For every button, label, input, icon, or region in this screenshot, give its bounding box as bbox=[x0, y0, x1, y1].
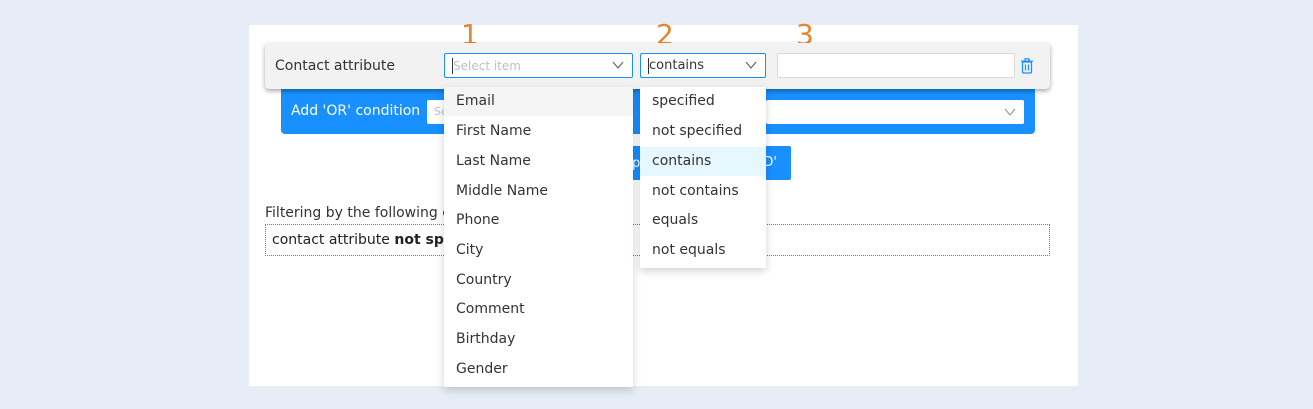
attribute-select-placeholder: Select item bbox=[453, 59, 521, 73]
operator-option-equals[interactable]: equals bbox=[640, 206, 766, 235]
chevron-down-icon bbox=[612, 61, 624, 69]
attribute-option-email[interactable]: Email bbox=[444, 87, 633, 116]
operator-select[interactable]: contains bbox=[640, 53, 766, 78]
chevron-down-icon bbox=[745, 61, 757, 69]
filter-summary-text: contact attribute not spec bbox=[272, 232, 462, 248]
operator-option-specified[interactable]: specified bbox=[640, 87, 766, 116]
operator-option-not-specified[interactable]: not specified bbox=[640, 117, 766, 146]
or-value-select[interactable] bbox=[766, 100, 1024, 124]
attribute-dropdown: Email First Name Last Name Middle Name P… bbox=[444, 87, 633, 387]
trash-icon[interactable] bbox=[1020, 58, 1034, 74]
operator-option-not-equals[interactable]: not equals bbox=[640, 236, 766, 265]
attribute-option-country[interactable]: Country bbox=[444, 266, 633, 295]
filter-summary-title: Filtering by the following co bbox=[265, 205, 459, 221]
operator-dropdown: specified not specified contains not con… bbox=[640, 87, 766, 268]
attribute-option-first-name[interactable]: First Name bbox=[444, 117, 633, 146]
attribute-option-comment[interactable]: Comment bbox=[444, 295, 633, 324]
attribute-option-gender[interactable]: Gender bbox=[444, 355, 633, 384]
operator-option-not-contains[interactable]: not contains bbox=[640, 177, 766, 206]
operator-select-value: contains bbox=[649, 58, 705, 73]
attribute-option-middle-name[interactable]: Middle Name bbox=[444, 177, 633, 206]
attribute-select[interactable]: Select item bbox=[444, 53, 633, 78]
condition-value-input[interactable] bbox=[777, 53, 1015, 78]
filter-text-prefix: contact attribute bbox=[272, 232, 395, 248]
attribute-option-birthday[interactable]: Birthday bbox=[444, 325, 633, 354]
attribute-option-last-name[interactable]: Last Name bbox=[444, 147, 633, 176]
attribute-option-city[interactable]: City bbox=[444, 236, 633, 265]
condition-row: Contact attribute Select item contains bbox=[265, 43, 1050, 89]
chevron-down-icon bbox=[1004, 108, 1016, 116]
condition-label: Contact attribute bbox=[275, 58, 395, 74]
add-or-condition-label[interactable]: Add 'OR' condition bbox=[291, 103, 420, 119]
operator-option-contains[interactable]: contains bbox=[640, 147, 766, 176]
attribute-option-phone[interactable]: Phone bbox=[444, 206, 633, 235]
